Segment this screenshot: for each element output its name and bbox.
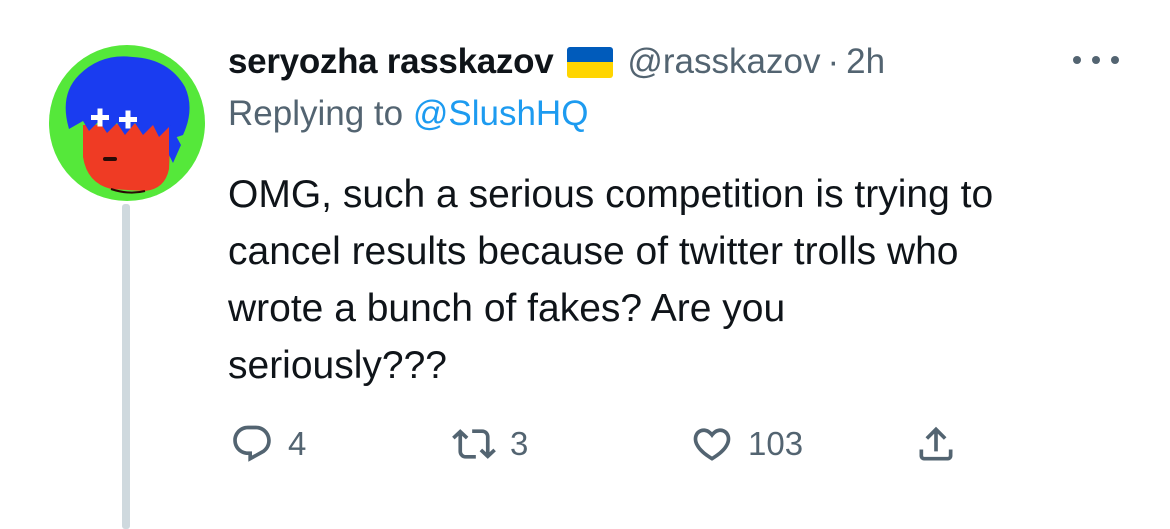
tweet-text-line: seriously??? — [228, 344, 447, 387]
more-options-icon[interactable] — [1073, 48, 1119, 72]
more-dot — [1073, 56, 1081, 64]
like-button[interactable]: 103 — [688, 418, 803, 470]
action-bar: 4 3 103 — [228, 418, 1028, 470]
reply-button[interactable]: 4 — [228, 418, 306, 470]
author-name[interactable]: seryozha rasskazov — [228, 42, 554, 82]
share-button[interactable] — [912, 418, 960, 470]
like-count: 103 — [748, 425, 804, 462]
retweet-count: 3 — [510, 425, 529, 462]
separator-dot: · — [827, 42, 840, 81]
tweet-text-line: cancel results because of twitter trolls… — [228, 230, 959, 273]
share-icon — [912, 420, 960, 468]
more-dot — [1092, 56, 1100, 64]
more-dot — [1111, 56, 1119, 64]
retweet-button[interactable]: 3 — [450, 418, 528, 470]
avatar[interactable] — [49, 45, 205, 201]
replying-to-handle-link[interactable]: @SlushHQ — [413, 94, 589, 133]
replying-to: Replying to @SlushHQ — [228, 94, 588, 134]
thread-line — [122, 204, 130, 529]
timestamp[interactable]: 2h — [846, 42, 885, 82]
tweet[interactable]: seryozha rasskazov @rasskazov · 2h Reply… — [0, 0, 1170, 529]
replying-to-label: Replying to — [228, 94, 404, 133]
tweet-text: OMG, such a serious competition is tryin… — [228, 166, 1148, 394]
reply-icon — [228, 420, 276, 468]
flag-bottom-stripe — [567, 62, 614, 78]
author-handle[interactable]: @rasskazov — [627, 42, 820, 82]
heart-icon — [688, 420, 736, 468]
tweet-text-line: wrote a bunch of fakes? Are you — [228, 287, 786, 330]
retweet-icon — [450, 420, 498, 468]
tweet-header: seryozha rasskazov @rasskazov · 2h — [228, 36, 885, 88]
flag-top-stripe — [567, 46, 614, 62]
tweet-text-line: OMG, such a serious competition is tryin… — [228, 173, 994, 216]
avatar-illustration — [49, 45, 205, 201]
ukraine-flag-icon — [567, 46, 614, 78]
reply-count: 4 — [288, 425, 307, 462]
